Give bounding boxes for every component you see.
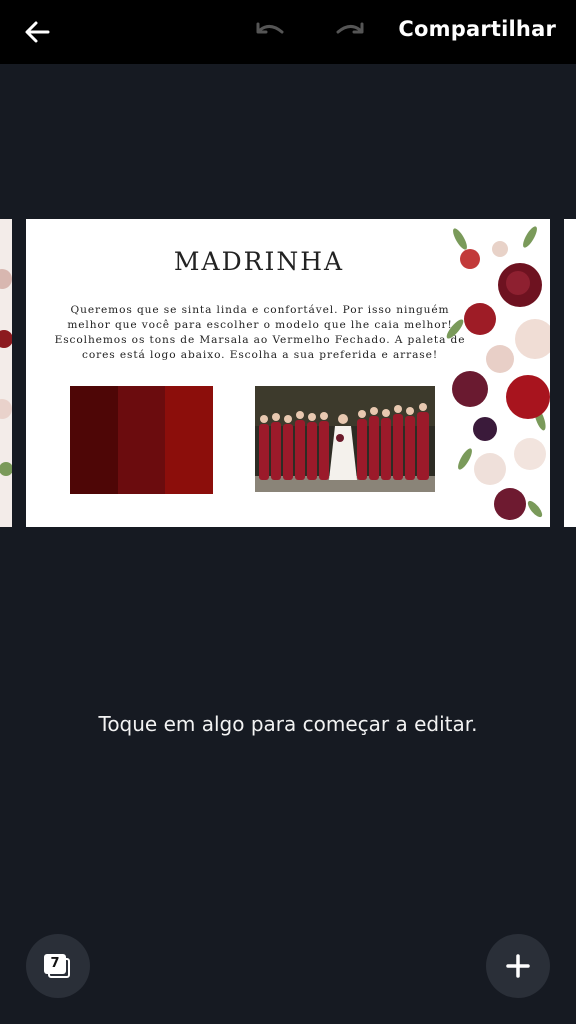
add-button[interactable] [486, 934, 550, 998]
plus-icon [506, 954, 530, 978]
next-page-preview[interactable] [564, 219, 576, 527]
floral-border-decoration [446, 226, 550, 520]
undo-button[interactable] [252, 18, 290, 48]
page-count: 7 [44, 954, 66, 974]
undo-icon [256, 22, 284, 34]
flower-decoration [0, 269, 12, 476]
palette-swatch [165, 386, 214, 494]
back-button[interactable] [18, 14, 58, 50]
top-toolbar: Compartilhar [0, 0, 576, 64]
pages-button[interactable]: 7 [26, 934, 90, 998]
design-description[interactable]: Queremos que se sinta linda e confortáve… [48, 303, 472, 363]
edit-hint-text: Toque em algo para começar a editar. [98, 712, 478, 736]
palette-swatch [117, 386, 166, 494]
design-page[interactable]: MADRINHA Queremos que se sinta linda e c… [26, 219, 550, 527]
palette-swatch [70, 386, 118, 494]
share-button[interactable]: Compartilhar [398, 17, 556, 41]
bridesmaids-photo[interactable] [255, 386, 435, 492]
color-palette[interactable] [70, 386, 214, 494]
design-title[interactable]: MADRINHA [26, 247, 492, 276]
previous-page-preview[interactable] [0, 219, 12, 527]
arrow-left-icon [25, 21, 50, 43]
redo-icon [336, 22, 364, 34]
redo-button[interactable] [330, 18, 368, 48]
